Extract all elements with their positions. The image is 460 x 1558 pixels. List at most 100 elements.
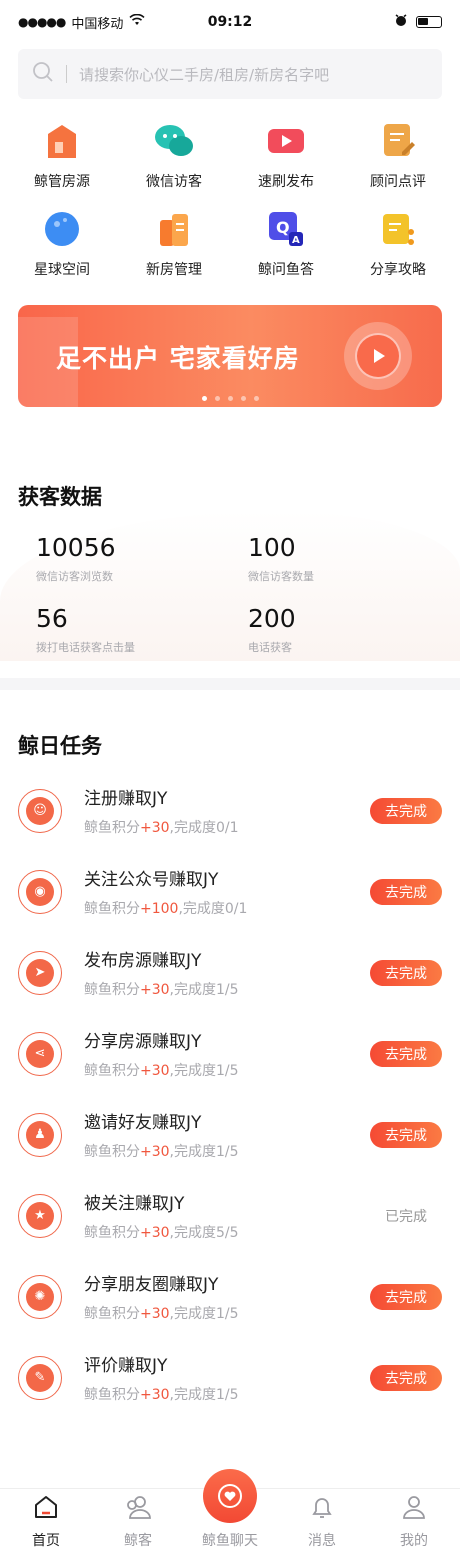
task-complete-button[interactable]: 去完成 (370, 1364, 442, 1391)
group-icon: ♟ (18, 1112, 62, 1157)
signal-icon: ●●●●● (18, 15, 66, 29)
grid-item[interactable]: 鲸管房源 (6, 121, 118, 191)
tab-label: 我的 (400, 1533, 428, 1549)
svg-text:Q: Q (276, 218, 290, 237)
task-row: ★ 被关注赚取JY 鲸鱼积分+30,完成度5/5 已完成 (0, 1175, 460, 1256)
task-progress: ,完成度0/1 (169, 820, 239, 836)
building-icon (154, 209, 194, 249)
task-complete-button[interactable]: 去完成 (370, 1040, 442, 1067)
task-prefix: 鲸鱼积分 (84, 1225, 140, 1241)
grid-item[interactable]: 星球空间 (6, 209, 118, 279)
task-subtitle: 鲸鱼积分+30,完成度0/1 (84, 817, 370, 837)
task-points: +100 (140, 901, 179, 917)
banner-dot[interactable] (227, 396, 233, 401)
task-complete-button[interactable]: 去完成 (370, 878, 442, 905)
task-progress: ,完成度1/5 (169, 1387, 239, 1403)
task-list: ☺ 注册赚取JY 鲸鱼积分+30,完成度0/1 去完成 ◉ 关注公众号赚取JY 鲸鱼… (0, 770, 460, 1418)
tab-label: 首页 (32, 1533, 60, 1549)
stat-label: 电话获客 (248, 641, 292, 654)
task-prefix: 鲸鱼积分 (84, 982, 140, 998)
task-progress: ,完成度1/5 (169, 1063, 239, 1079)
comment-icon (378, 121, 418, 161)
wifi-icon (129, 13, 145, 30)
task-row: ◉ 关注公众号赚取JY 鲸鱼积分+100,完成度0/1 去完成 (0, 851, 460, 932)
task-prefix: 鲸鱼积分 (84, 820, 140, 836)
task-name: 分享房源赚取JY (84, 1032, 202, 1052)
task-prefix: 鲸鱼积分 (84, 1144, 140, 1160)
task-points: +30 (140, 1387, 170, 1403)
task-progress: ,完成度1/5 (169, 1306, 239, 1322)
grid-item[interactable]: 顾问点评 (342, 121, 454, 191)
stat-value: 56 (36, 604, 68, 633)
task-subtitle: 鲸鱼积分+30,完成度5/5 (84, 1222, 370, 1242)
grid-item[interactable]: Q A 鲸问鱼答 (230, 209, 342, 279)
tab-chat-heart[interactable]: 鲸鱼聊天 (184, 1469, 276, 1558)
task-subtitle: 鲸鱼积分+30,完成度1/5 (84, 1303, 370, 1323)
banner-dot[interactable] (214, 396, 220, 401)
task-done-label: 已完成 (385, 1208, 427, 1225)
grid-item-label: 分享攻略 (370, 262, 426, 278)
task-points: +30 (140, 1144, 170, 1160)
task-points: +30 (140, 1225, 170, 1241)
bell-icon (309, 1494, 335, 1524)
status-bar: ●●●●● 中国移动 09:12 (0, 0, 460, 44)
task-prefix: 鲸鱼积分 (84, 901, 140, 917)
stat-label: 拨打电话获客点击量 (36, 641, 135, 654)
tasks-section: 鲸日任务 ☺ 注册赚取JY 鲸鱼积分+30,完成度0/1 去完成 ◉ 关注公众号赚取… (0, 690, 460, 1418)
task-points: +30 (140, 1306, 170, 1322)
grid-item[interactable]: 微信访客 (118, 121, 230, 191)
task-progress: ,完成度0/1 (178, 901, 248, 917)
banner-dot[interactable] (253, 396, 259, 401)
wechat-icon: ◉ (18, 869, 62, 914)
task-prefix: 鲸鱼积分 (84, 1063, 140, 1079)
tab-clients[interactable]: 鲸客 (92, 1489, 184, 1558)
banner-text: 足不出户 宅家看好房 (56, 344, 300, 373)
task-prefix: 鲸鱼积分 (84, 1306, 140, 1322)
search-bar[interactable]: 请搜索你心仪二手房/租房/新房名字吧 (18, 49, 442, 99)
grid-item[interactable]: 速刷发布 (230, 121, 342, 191)
house-icon (42, 121, 82, 161)
task-row: ➤ 发布房源赚取JY 鲸鱼积分+30,完成度1/5 去完成 (0, 932, 460, 1013)
tab-home[interactable]: 首页 (0, 1489, 92, 1558)
task-complete-button[interactable]: 去完成 (370, 1283, 442, 1310)
svg-text:A: A (292, 235, 300, 246)
task-progress: ,完成度1/5 (169, 982, 239, 998)
tab-profile[interactable]: 我的 (368, 1489, 460, 1558)
stat-value: 200 (248, 604, 296, 633)
task-points: +30 (140, 820, 170, 836)
grid-item-label: 新房管理 (146, 262, 202, 278)
tab-bell[interactable]: 消息 (276, 1489, 368, 1558)
task-name: 发布房源赚取JY (84, 951, 202, 971)
task-complete-button[interactable]: 去完成 (370, 959, 442, 986)
qa-icon: QA (266, 209, 306, 249)
grid-item[interactable]: 新房管理 (118, 209, 230, 279)
task-name: 评价赚取JY (84, 1356, 168, 1376)
promo-banner[interactable]: 足不出户 宅家看好房 (18, 305, 442, 407)
play-button[interactable] (344, 322, 412, 390)
stat-item: 100 微信访客数量 (248, 533, 460, 584)
task-subtitle: 鲸鱼积分+30,完成度1/5 (84, 1384, 370, 1404)
share-icon: ⋖ (18, 1031, 62, 1076)
grid-item-label: 微信访客 (146, 174, 202, 190)
stats-title: 获客数据 (18, 485, 102, 509)
chat-heart-icon[interactable] (203, 1469, 257, 1523)
tab-label: 消息 (308, 1533, 336, 1549)
task-points: +30 (140, 1063, 170, 1079)
planet-icon (42, 209, 82, 249)
banner-dot[interactable] (201, 396, 207, 401)
task-subtitle: 鲸鱼积分+30,完成度1/5 (84, 1141, 370, 1161)
grid-item-label: 鲸管房源 (34, 174, 90, 190)
task-complete-button[interactable]: 去完成 (370, 797, 442, 824)
task-row: ✎ 评价赚取JY 鲸鱼积分+30,完成度1/5 去完成 (0, 1337, 460, 1418)
grid-item[interactable]: 分享攻略 (342, 209, 454, 279)
task-subtitle: 鲸鱼积分+30,完成度1/5 (84, 979, 370, 999)
carrier-label: 中国移动 (71, 16, 124, 32)
grid-item-label: 鲸问鱼答 (258, 262, 314, 278)
task-complete-button[interactable]: 去完成 (370, 1121, 442, 1148)
grid-item-label: 顾问点评 (370, 174, 426, 190)
grid-item-label: 速刷发布 (258, 174, 314, 190)
banner-dot[interactable] (240, 396, 246, 401)
stats-section: 获客数据 10056 微信访客浏览数 100 微信访客数量 56 拨打电话获客点击量 200… (0, 451, 460, 674)
task-subtitle: 鲸鱼积分+100,完成度0/1 (84, 898, 370, 918)
send-icon: ➤ (18, 950, 62, 995)
